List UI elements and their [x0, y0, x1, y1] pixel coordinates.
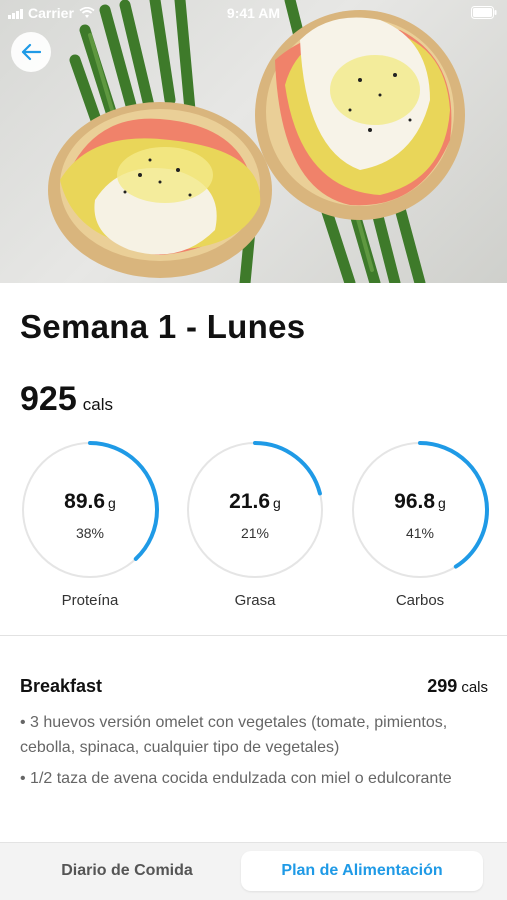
meal-title: Breakfast — [20, 676, 103, 696]
macro-carbs: 96.8 g 41% Carbos — [350, 440, 490, 609]
battery-icon — [471, 6, 497, 19]
food-photo — [48, 0, 465, 283]
meal-item: • 3 huevos versión omelet con vegetales … — [20, 714, 448, 756]
fat-percent: 21% — [240, 525, 270, 541]
macro-protein: 89.6 g 38% Proteína — [20, 440, 160, 609]
status-time: 9:41 AM — [226, 5, 281, 21]
tab-plan-de-alimentacion[interactable]: Plan de Alimentación — [241, 851, 483, 891]
carbs-unit: g — [438, 495, 446, 511]
hero-image — [0, 0, 507, 283]
fat-label: Grasa — [234, 592, 276, 609]
total-calories: 925 cals — [20, 380, 113, 419]
meal-calories-unit: cals — [461, 679, 488, 696]
protein-value: 89.6 — [64, 490, 106, 513]
carbs-percent: 41% — [405, 525, 435, 541]
macro-fat: 21.6 g 21% Grasa — [185, 440, 325, 609]
protein-unit: g — [108, 495, 116, 511]
protein-label: Proteína — [61, 592, 119, 609]
fat-value: 21.6 — [229, 490, 271, 513]
total-calories-value: 925 — [20, 380, 77, 418]
page-title: Semana 1 - Lunes — [20, 308, 306, 345]
meal-items: • 3 huevos versión omelet con vegetales … — [20, 710, 490, 797]
carbs-label: Carbos — [395, 592, 445, 609]
status-bar: Carrier 9:41 AM — [0, 0, 507, 26]
meal-calories-value: 299 — [427, 676, 458, 696]
back-button[interactable] — [11, 32, 51, 72]
fat-unit: g — [273, 495, 281, 511]
section-divider — [0, 635, 507, 636]
total-calories-unit: cals — [82, 395, 113, 414]
protein-percent: 38% — [75, 525, 105, 541]
tab-diario-de-comida[interactable]: Diario de Comida — [14, 851, 240, 891]
bottom-tab-bar: Diario de Comida Plan de Alimentación — [0, 842, 507, 900]
meal-item: • 1/2 taza de avena cocida endulzada con… — [20, 770, 452, 787]
carbs-value: 96.8 — [394, 490, 436, 513]
meal-calories: 299 cals — [427, 676, 488, 697]
arrow-left-icon — [21, 43, 41, 61]
